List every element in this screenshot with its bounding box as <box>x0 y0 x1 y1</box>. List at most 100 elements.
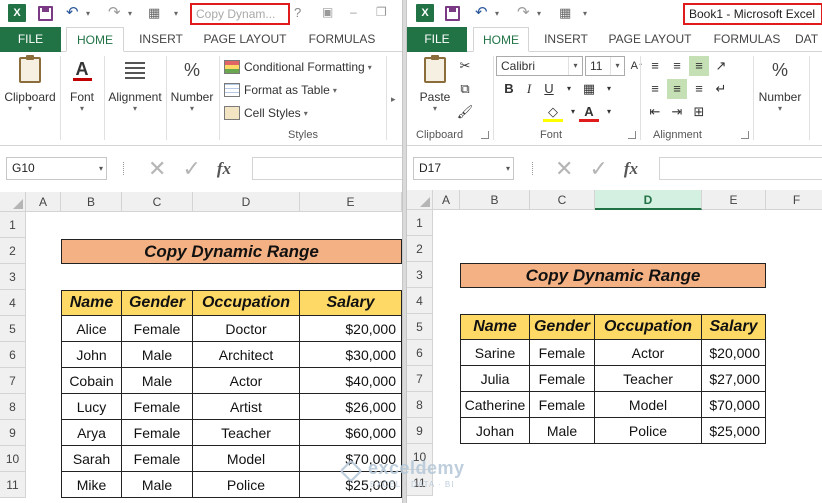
align-top-icon[interactable]: ≡ <box>645 56 665 76</box>
clipboard-dialog-launcher[interactable] <box>481 131 489 139</box>
cancel-icon[interactable]: ✕ <box>148 157 166 180</box>
formula-input[interactable] <box>659 157 822 180</box>
undo-icon[interactable]: ↶ <box>66 4 79 22</box>
align-middle-icon[interactable]: ≡ <box>667 56 687 76</box>
row-header-6[interactable]: 6 <box>407 340 433 366</box>
tab-home[interactable]: HOME <box>66 27 124 52</box>
column-header-d[interactable]: D <box>193 192 300 212</box>
row-header-10[interactable]: 10 <box>0 446 26 472</box>
clipboard-button[interactable]: Clipboard ▾ <box>4 54 56 113</box>
insert-function-icon[interactable]: fx <box>217 159 231 179</box>
alignment-button[interactable]: Alignment ▾ <box>107 54 163 113</box>
name-box[interactable]: G10 ▾ <box>6 157 107 180</box>
undo-dropdown-icon[interactable]: ▾ <box>495 9 499 18</box>
customize-qat-icon[interactable]: ▾ <box>174 9 178 18</box>
formula-input[interactable] <box>252 157 402 180</box>
minimize-icon[interactable]: – <box>350 5 357 19</box>
row-header-8[interactable]: 8 <box>407 392 433 418</box>
enter-icon[interactable]: ✓ <box>589 157 607 180</box>
tab-insert[interactable]: INSERT <box>537 27 595 52</box>
tab-insert[interactable]: INSERT <box>132 27 190 52</box>
increase-indent-icon[interactable]: ⇥ <box>667 102 687 122</box>
row-header-2[interactable]: 2 <box>0 238 26 264</box>
orientation-icon[interactable]: ↗ <box>711 56 731 76</box>
font-dialog-launcher[interactable] <box>628 131 636 139</box>
increase-font-size-icon[interactable]: A↑ <box>627 56 647 76</box>
align-center-icon[interactable]: ≡ <box>667 79 687 99</box>
format-as-table-button[interactable]: Format as Table ▾ <box>224 80 337 100</box>
font-color-dropdown-icon[interactable]: ▾ <box>599 102 619 122</box>
column-header-a[interactable]: A <box>26 192 61 212</box>
row-header-8[interactable]: 8 <box>0 394 26 420</box>
row-header-7[interactable]: 7 <box>0 368 26 394</box>
tab-formulas[interactable]: FORMULAS <box>302 27 382 52</box>
undo-dropdown-icon[interactable]: ▾ <box>86 9 90 18</box>
row-header-9[interactable]: 9 <box>407 418 433 444</box>
formula-bar-grip[interactable] <box>123 162 126 175</box>
customize-qat-icon[interactable]: ▾ <box>583 9 587 18</box>
save-icon[interactable] <box>38 5 53 21</box>
row-header-1[interactable]: 1 <box>0 212 26 238</box>
font-name-select[interactable]: Calibri ▾ <box>496 56 583 76</box>
enter-icon[interactable]: ✓ <box>182 157 200 180</box>
merge-center-icon[interactable]: ⊞ <box>689 102 709 122</box>
ribbon-scroll-right-icon[interactable]: ▸ <box>391 94 396 105</box>
ribbon-display-icon[interactable]: ▣ <box>322 5 333 19</box>
font-button[interactable]: A Font ▾ <box>64 54 100 114</box>
row-header-6[interactable]: 6 <box>0 342 26 368</box>
row-header-4[interactable]: 4 <box>0 290 26 316</box>
column-header-d[interactable]: D <box>595 190 702 210</box>
tab-file[interactable]: FILE <box>0 27 61 52</box>
redo-icon[interactable]: ↷ <box>517 4 530 22</box>
number-button[interactable]: % Number ▾ <box>755 54 805 114</box>
name-box[interactable]: D17 ▾ <box>413 157 514 180</box>
tab-file[interactable]: FILE <box>407 27 467 52</box>
save-icon[interactable] <box>445 5 460 21</box>
paste-button[interactable]: Paste ▾ <box>413 54 457 113</box>
row-header-5[interactable]: 5 <box>407 314 433 340</box>
column-header-a[interactable]: A <box>433 190 460 210</box>
format-painter-icon[interactable]: 🖌 <box>455 102 475 122</box>
redo-dropdown-icon[interactable]: ▾ <box>128 9 132 18</box>
row-header-11[interactable]: 11 <box>0 472 26 498</box>
decrease-indent-icon[interactable]: ⇤ <box>645 102 665 122</box>
alignment-dialog-launcher[interactable] <box>741 131 749 139</box>
copy-icon[interactable]: ⧉ <box>455 79 475 99</box>
italic-button[interactable]: I <box>519 79 539 99</box>
borders-icon[interactable]: ▦ <box>579 79 599 99</box>
column-header-e[interactable]: E <box>702 190 766 210</box>
redo-dropdown-icon[interactable]: ▾ <box>537 9 541 18</box>
tab-page-layout[interactable]: PAGE LAYOUT <box>197 27 293 52</box>
cell-styles-button[interactable]: Cell Styles ▾ <box>224 103 308 123</box>
row-header-1[interactable]: 1 <box>407 210 433 236</box>
tab-home[interactable]: HOME <box>473 27 529 52</box>
cancel-icon[interactable]: ✕ <box>555 157 573 180</box>
align-left-icon[interactable]: ≡ <box>645 79 665 99</box>
borders-dropdown-icon[interactable]: ▾ <box>599 79 619 99</box>
row-header-7[interactable]: 7 <box>407 366 433 392</box>
redo-icon[interactable]: ↷ <box>108 4 121 22</box>
number-button[interactable]: % Number ▾ <box>168 54 216 114</box>
conditional-formatting-button[interactable]: Conditional Formatting ▾ <box>224 57 372 77</box>
cut-icon[interactable]: ✂ <box>455 56 475 76</box>
select-all-corner[interactable] <box>407 190 433 210</box>
grid-view-icon[interactable]: ▦ <box>559 4 571 22</box>
undo-icon[interactable]: ↶ <box>475 4 488 22</box>
column-header-b[interactable]: B <box>460 190 530 210</box>
row-header-3[interactable]: 3 <box>407 262 433 288</box>
align-bottom-icon[interactable]: ≡ <box>689 56 709 76</box>
row-header-4[interactable]: 4 <box>407 288 433 314</box>
column-header-e[interactable]: E <box>300 192 402 212</box>
tab-formulas[interactable]: FORMULAS <box>707 27 787 52</box>
row-header-9[interactable]: 9 <box>0 420 26 446</box>
underline-button[interactable]: U <box>539 79 559 99</box>
bold-button[interactable]: B <box>499 79 519 99</box>
wrap-text-icon[interactable]: ↵ <box>711 79 731 99</box>
column-header-b[interactable]: B <box>61 192 122 212</box>
tab-page-layout[interactable]: PAGE LAYOUT <box>602 27 698 52</box>
column-header-c[interactable]: C <box>530 190 595 210</box>
help-icon[interactable]: ? <box>294 5 301 20</box>
fill-color-icon[interactable]: ◇ <box>543 102 563 122</box>
row-header-3[interactable]: 3 <box>0 264 26 290</box>
tab-data[interactable]: DAT <box>795 27 822 52</box>
